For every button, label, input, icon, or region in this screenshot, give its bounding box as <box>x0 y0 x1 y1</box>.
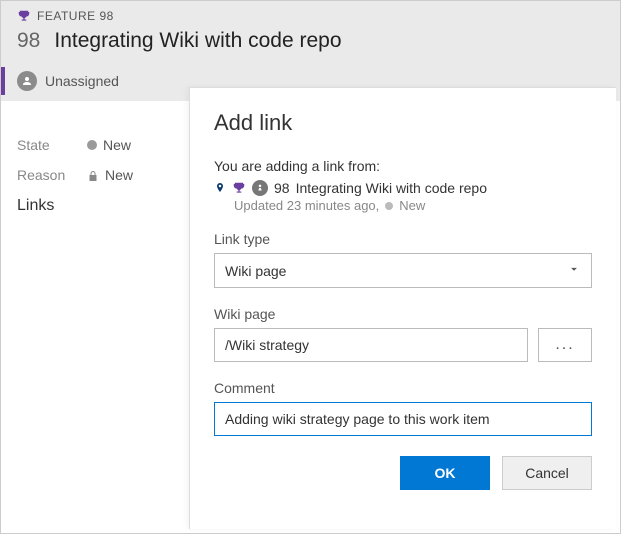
trophy-icon <box>17 9 31 23</box>
work-item-id: 98 <box>17 29 40 53</box>
person-icon <box>17 71 37 91</box>
source-title: Integrating Wiki with code repo <box>296 180 487 196</box>
dialog-title: Add link <box>214 110 592 136</box>
pin-icon <box>214 181 226 195</box>
link-type-label: Link type <box>214 231 592 247</box>
cancel-button[interactable]: Cancel <box>502 456 592 490</box>
work-item-title: Integrating Wiki with code repo <box>54 29 341 53</box>
ok-label: OK <box>435 465 456 481</box>
dialog-intro: You are adding a link from: <box>214 158 592 174</box>
work-item-title-line: 98 Integrating Wiki with code repo <box>1 25 620 65</box>
assignee-label: Unassigned <box>45 73 119 89</box>
work-item-header: FEATURE 98 98 Integrating Wiki with code… <box>1 1 620 101</box>
source-updated: Updated 23 minutes ago, <box>234 198 379 213</box>
links-section-label: Links <box>17 197 173 215</box>
reason-value-wrap: New <box>87 167 133 183</box>
reason-field[interactable]: Reason New <box>17 167 173 183</box>
browse-label: ... <box>555 336 574 354</box>
trophy-icon <box>232 181 246 195</box>
comment-input[interactable] <box>214 402 592 436</box>
source-work-item: 98 Integrating Wiki with code repo <box>214 180 592 196</box>
state-value: New <box>103 137 131 153</box>
state-label: State <box>17 137 73 153</box>
accent-bar <box>1 67 5 95</box>
link-type-value: Wiki page <box>225 263 286 279</box>
ok-button[interactable]: OK <box>400 456 490 490</box>
source-state: New <box>399 198 425 213</box>
source-id: 98 <box>274 180 290 196</box>
status-dot-icon <box>385 202 393 210</box>
state-value-wrap: New <box>87 137 131 153</box>
cancel-label: Cancel <box>525 465 569 481</box>
status-dot-icon <box>87 140 97 150</box>
browse-button[interactable]: ... <box>538 328 592 362</box>
wiki-page-value: /Wiki strategy <box>225 337 309 353</box>
left-fields-panel: State New Reason New Links <box>1 119 189 233</box>
work-item-type-line: FEATURE 98 <box>1 3 620 25</box>
state-field[interactable]: State New <box>17 137 173 153</box>
lock-icon <box>87 170 99 182</box>
add-link-dialog: Add link You are adding a link from: 98 … <box>189 87 616 529</box>
pawn-icon <box>252 180 268 196</box>
reason-value: New <box>105 167 133 183</box>
source-meta: Updated 23 minutes ago, New <box>234 198 592 213</box>
wiki-page-input[interactable]: /Wiki strategy <box>214 328 528 362</box>
reason-label: Reason <box>17 167 73 183</box>
work-item-dialog-frame: FEATURE 98 98 Integrating Wiki with code… <box>0 0 621 534</box>
link-type-select[interactable]: Wiki page <box>214 253 592 288</box>
comment-label: Comment <box>214 380 592 396</box>
wiki-page-label: Wiki page <box>214 306 592 322</box>
work-item-type-label: FEATURE 98 <box>37 9 114 23</box>
chevron-down-icon <box>567 262 581 279</box>
dialog-button-row: OK Cancel <box>214 456 592 490</box>
